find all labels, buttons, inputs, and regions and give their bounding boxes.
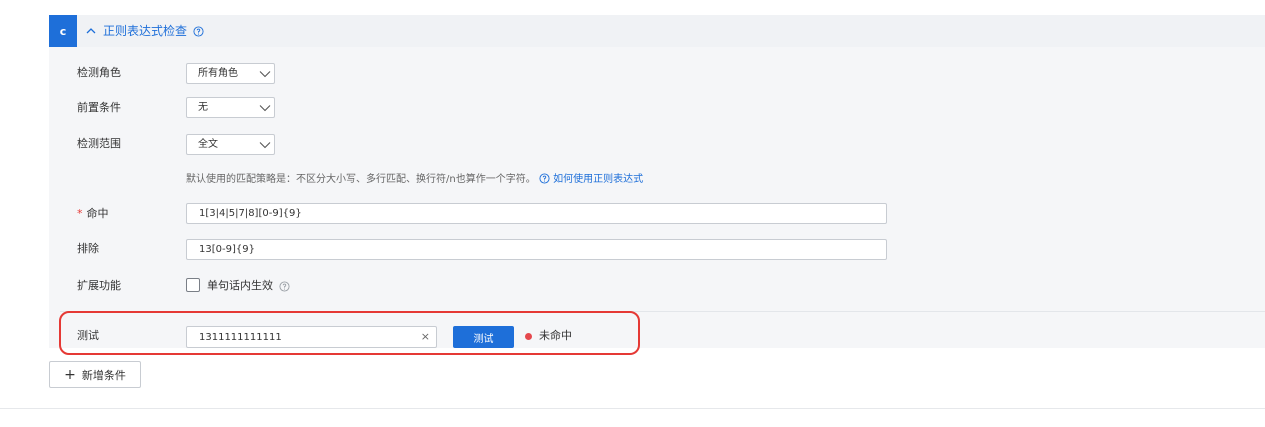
exclude-label: 排除 (77, 242, 99, 255)
plus-icon: + (64, 366, 76, 383)
help-icon[interactable] (279, 281, 290, 292)
precondition-select[interactable]: 无 (186, 97, 275, 118)
precondition-label: 前置条件 (77, 101, 121, 114)
hit-regex-input[interactable]: 1[3|4|5|7|8][0-9]{9} (186, 203, 887, 224)
help-icon (539, 173, 550, 184)
detect-scope-select[interactable]: 全文 (186, 134, 275, 155)
highlight-outline (59, 311, 640, 355)
hint-text: 默认使用的匹配策略是：不区分大小写、多行匹配、换行符/n也算作一个字符。 (186, 174, 536, 185)
panel-title: 正则表达式检查 (103, 23, 187, 39)
exclude-regex-input[interactable]: 13[0-9]{9} (186, 239, 887, 260)
required-mark: * (77, 207, 83, 220)
panel-header[interactable]: c 正则表达式检查 (49, 15, 1265, 47)
extension-label: 扩展功能 (77, 279, 121, 292)
bottom-divider (0, 408, 1265, 409)
detect-role-select[interactable]: 所有角色 (186, 63, 275, 84)
detect-scope-value: 全文 (198, 139, 218, 150)
chevron-down-icon (259, 142, 271, 149)
single-sentence-checkbox[interactable] (186, 278, 200, 292)
condition-badge: c (49, 15, 77, 47)
panel-title-text: 正则表达式检查 (103, 24, 188, 38)
hit-label-text: 命中 (86, 207, 109, 220)
detect-role-value: 所有角色 (198, 68, 238, 79)
page: c 正则表达式检查 检测角色 所有角色 前置条件 无 检测范围 全文 默认使用的… (0, 0, 1265, 427)
help-icon[interactable] (193, 26, 204, 37)
hit-label: * 命中 (77, 207, 109, 221)
precondition-value: 无 (198, 102, 208, 113)
match-strategy-hint: 默认使用的匹配策略是：不区分大小写、多行匹配、换行符/n也算作一个字符。 如何使… (186, 173, 643, 187)
detect-role-label: 检测角色 (77, 66, 121, 79)
detect-scope-label: 检测范围 (77, 137, 121, 150)
single-sentence-label[interactable]: 单句话内生效 (207, 279, 273, 293)
add-condition-button[interactable]: + 新增条件 (49, 361, 141, 388)
chevron-up-icon[interactable] (85, 25, 97, 37)
regex-help-link-text[interactable]: 如何使用正则表达式 (553, 174, 643, 185)
hit-regex-value: 1[3|4|5|7|8][0-9]{9} (199, 208, 302, 219)
chevron-down-icon (259, 105, 271, 112)
regex-help-link[interactable]: 如何使用正则表达式 (539, 173, 643, 185)
add-condition-label: 新增条件 (81, 368, 126, 382)
chevron-down-icon (259, 71, 271, 78)
exclude-regex-value: 13[0-9]{9} (199, 244, 255, 255)
